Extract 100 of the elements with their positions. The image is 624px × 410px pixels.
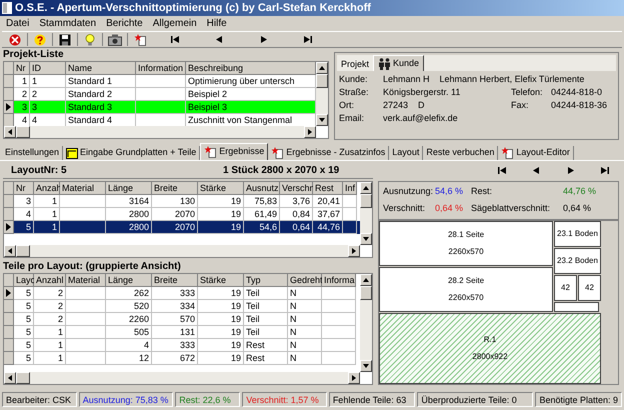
column-header[interactable]: Information [136,62,186,75]
horizontal-scrollbar[interactable] [4,126,316,138]
table-row[interactable]: 3 3 Standard 3 Beispiel 3 [4,101,316,114]
sheet-dimensions: 1 Stück 2800 x 2070 x 19 [223,164,340,178]
scroll-thumb[interactable] [360,194,372,208]
offcut-piece[interactable] [554,302,599,312]
cut-piece[interactable]: 23.2 Boden [554,248,601,274]
column-header[interactable]: Länge [106,274,152,288]
tab[interactable]: Layout-Editor [498,146,574,160]
tab[interactable]: Ergebnisse [200,143,268,160]
scroll-down-button[interactable] [360,233,372,246]
up-arrow-icon [363,278,369,282]
column-header[interactable]: Nr [14,182,34,195]
table-cell: 19 [198,352,244,366]
menu-item[interactable]: Datei [2,16,34,30]
column-header[interactable]: Stärke [198,182,244,195]
save-icon [59,34,71,46]
table-row[interactable]: 1 1 Standard 1 Optimierung über untersch [4,75,316,88]
toolbar-button[interactable] [105,32,125,47]
help-icon [34,34,46,46]
scroll-thumb[interactable] [16,372,30,384]
column-header[interactable]: Stärke [198,274,244,288]
column-header[interactable]: Typ [244,274,288,288]
column-header[interactable]: Nr [14,62,30,75]
tab[interactable]: Layout [389,146,424,160]
stat-label: Ausnutzung: [383,184,434,198]
app-icon [2,2,12,14]
table-row[interactable]: 5 1 2800 2070 19 54,6 0,64 44,76 [4,221,360,234]
column-header[interactable]: Inf [343,182,357,195]
field-value: Königsbergerstr. 11 [383,86,460,98]
tab[interactable]: Kunde [373,55,424,71]
column-header[interactable]: Gedreht [288,274,322,288]
field-value: Lehmann Herbert, Elefix Türlemente [440,73,584,85]
scroll-up-button[interactable] [316,62,328,74]
document-icon [204,146,218,158]
menu-item[interactable]: Stammdaten [35,16,100,30]
table-cell: 2800 [106,221,152,234]
table-cell: 2070 [152,221,198,234]
field-label: Kunde: [339,73,369,85]
scroll-down-button[interactable] [360,360,372,372]
table-cell: 19 [198,221,244,234]
scroll-left-button[interactable] [4,126,16,138]
column-header[interactable]: Beschreibung [186,62,316,75]
cut-piece[interactable]: 23.1 Boden [554,221,601,247]
column-header[interactable]: Material [66,274,106,288]
scroll-up-button[interactable] [360,274,372,286]
horizontal-scrollbar[interactable] [4,372,360,384]
scroll-thumb[interactable] [16,126,30,138]
field-value: D [418,99,425,111]
scroll-right-button[interactable] [348,372,360,384]
table-cell: 5 [14,352,34,366]
field-label: Email: [339,112,366,124]
vertical-scrollbar[interactable] [360,182,372,246]
tab[interactable]: Eingabe Grundplatten + Teile [63,146,200,160]
stat-value: 44,76 % [563,184,598,198]
column-header[interactable]: Informa [322,274,356,288]
scroll-thumb[interactable] [360,286,372,300]
stat-label: Sägeblattverschnitt: [471,202,552,216]
menu-item[interactable]: Berichte [102,16,147,30]
horizontal-scrollbar[interactable] [4,245,360,258]
scroll-up-button[interactable] [360,182,372,194]
table-row[interactable]: 4 4 Standard 4 Zuschnitt von Stangenmal [4,114,316,126]
scroll-thumb[interactable] [316,74,328,88]
tab[interactable]: Reste verbuchen [423,146,498,160]
vertical-scrollbar[interactable] [316,62,328,126]
cut-piece[interactable]: 42 [554,275,577,301]
column-header[interactable]: Länge [106,182,152,195]
vertical-scrollbar[interactable] [360,274,372,372]
scroll-left-button[interactable] [4,245,16,258]
column-header[interactable]: ID [30,62,66,75]
menu-item[interactable]: Hilfe [202,16,231,30]
table-cell [322,352,356,366]
menu-item[interactable]: Allgemein [148,16,201,30]
table-row[interactable]: 4 1 2800 2070 19 61,49 0,84 37,67 [4,208,360,221]
scroll-thumb[interactable] [16,245,30,258]
scroll-right-button[interactable] [304,126,316,138]
down-arrow-icon [363,237,369,242]
tab[interactable]: Ergebnisse - Zusatzinfos [268,146,390,160]
tab[interactable]: Einstellungen [2,146,64,160]
cut-piece[interactable]: 28.1 Seite 2260x570 [379,221,553,266]
column-header[interactable]: Ausnutz [244,182,280,195]
status-field: Rest: 22,6 % [175,392,240,407]
field-label: Fax: [511,99,530,111]
right-arrow-icon [308,129,312,135]
cut-piece[interactable]: 42 [578,275,601,301]
scroll-down-button[interactable] [316,114,328,126]
tab[interactable]: Projekt [337,58,374,71]
column-header[interactable]: Breite [152,182,198,195]
column-header[interactable]: Material [60,182,106,195]
cut-piece[interactable]: 28.2 Seite 2260x570 [379,267,553,312]
scroll-right-button[interactable] [348,245,360,258]
previous-icon [532,166,540,174]
column-header[interactable]: Rest [313,182,343,195]
table-row[interactable]: 2 2 Standard 2 Beispiel 2 [4,88,316,101]
column-header[interactable]: Breite [152,274,198,288]
remnant-piece[interactable]: R.1 2800x922 [379,313,601,384]
scroll-left-button[interactable] [4,372,16,384]
column-header[interactable]: Anzahl [34,274,66,288]
column-header[interactable]: Name [66,62,136,75]
table-row[interactable]: 3 1 3164 130 19 75,83 3,76 20,41 [4,195,360,208]
